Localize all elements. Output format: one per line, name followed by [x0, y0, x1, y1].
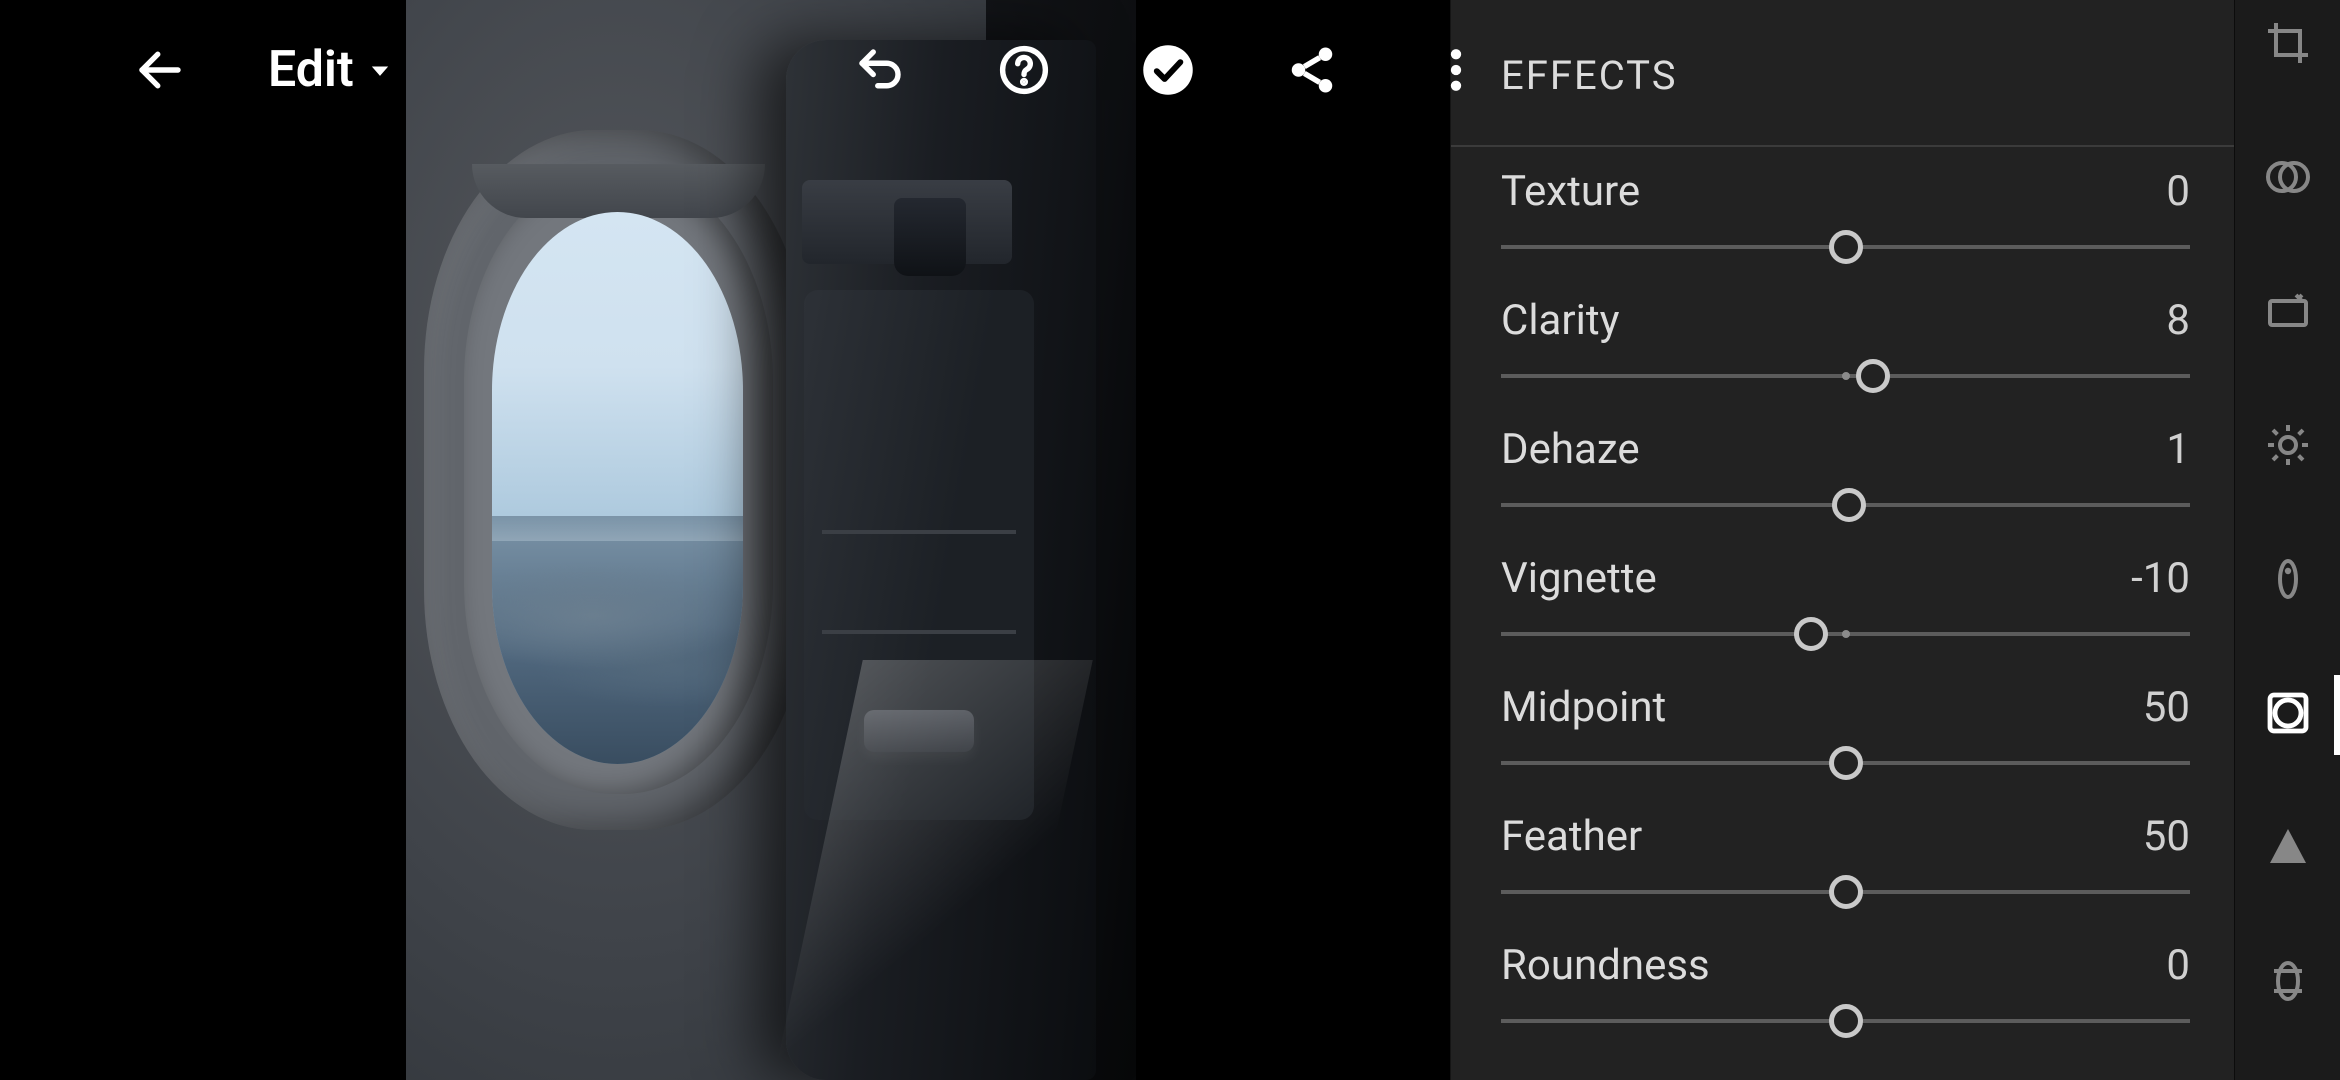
sliders-container: Texture 0 Clarity 8 Dehaze 1 Vignette -10 Midpoi… — [1451, 147, 2234, 1080]
slider-value: 0 — [2166, 941, 2190, 990]
apply-button[interactable] — [1138, 40, 1198, 100]
slider-knob[interactable] — [1829, 230, 1863, 264]
active-tool-marker — [2334, 675, 2340, 755]
slider-knob[interactable] — [1832, 488, 1866, 522]
slider-label: Roundness — [1501, 941, 1710, 990]
effects-tool[interactable] — [2257, 682, 2319, 744]
slider-label: Midpoint — [1501, 683, 1666, 732]
slider-label: Clarity — [1501, 296, 1619, 345]
slider-value: 0 — [2166, 167, 2190, 216]
tool-strip — [2234, 0, 2340, 1080]
slider-track[interactable] — [1501, 877, 2190, 907]
slider-vignette: Vignette -10 — [1501, 554, 2190, 649]
top-toolbar: Edit — [0, 0, 1450, 140]
chevron-down-icon — [366, 56, 394, 84]
slider-knob[interactable] — [1856, 359, 1890, 393]
slider-track[interactable] — [1501, 361, 2190, 391]
slider-label: Vignette — [1501, 554, 1657, 603]
back-button[interactable] — [130, 40, 190, 100]
share-button[interactable] — [1282, 40, 1342, 100]
effects-panel: EFFECTS Texture 0 Clarity 8 Dehaze 1 Vignette -… — [1450, 0, 2234, 1080]
slider-clarity: Clarity 8 — [1501, 296, 2190, 391]
slider-midpoint: Midpoint 50 — [1501, 683, 2190, 778]
slider-label: Dehaze — [1501, 425, 1640, 474]
crop-tool[interactable] — [2257, 12, 2319, 74]
healing-tool[interactable] — [2257, 280, 2319, 342]
mode-label: Edit — [268, 41, 354, 99]
masking-tool[interactable] — [2257, 146, 2319, 208]
slider-label: Texture — [1501, 167, 1640, 216]
slider-track[interactable] — [1501, 619, 2190, 649]
undo-button[interactable] — [850, 40, 910, 100]
optics-tool[interactable] — [2257, 950, 2319, 1012]
slider-value: 50 — [2143, 812, 2190, 861]
slider-track[interactable] — [1501, 490, 2190, 520]
mode-dropdown[interactable]: Edit — [268, 41, 394, 99]
slider-value: 1 — [2166, 425, 2190, 474]
light-tool[interactable] — [2257, 414, 2319, 476]
slider-value: 8 — [2166, 296, 2190, 345]
slider-knob[interactable] — [1829, 746, 1863, 780]
slider-label: Feather — [1501, 812, 1642, 861]
panel-title: EFFECTS — [1451, 0, 2234, 147]
slider-value: 50 — [2143, 683, 2190, 732]
slider-knob[interactable] — [1829, 1004, 1863, 1038]
detail-tool[interactable] — [2257, 816, 2319, 878]
slider-dehaze: Dehaze 1 — [1501, 425, 2190, 520]
photo-preview[interactable] — [406, 0, 1136, 1080]
slider-track[interactable] — [1501, 748, 2190, 778]
slider-roundness: Roundness 0 — [1501, 941, 2190, 1036]
slider-track[interactable] — [1501, 232, 2190, 262]
canvas-area: Edit — [0, 0, 1450, 1080]
slider-knob[interactable] — [1829, 875, 1863, 909]
slider-value: -10 — [2131, 554, 2190, 603]
help-button[interactable] — [994, 40, 1054, 100]
slider-texture: Texture 0 — [1501, 167, 2190, 262]
color-tool[interactable] — [2257, 548, 2319, 610]
overflow-menu-button[interactable] — [1426, 40, 1486, 100]
slider-feather: Feather 50 — [1501, 812, 2190, 907]
slider-track[interactable] — [1501, 1006, 2190, 1036]
slider-knob[interactable] — [1794, 617, 1828, 651]
